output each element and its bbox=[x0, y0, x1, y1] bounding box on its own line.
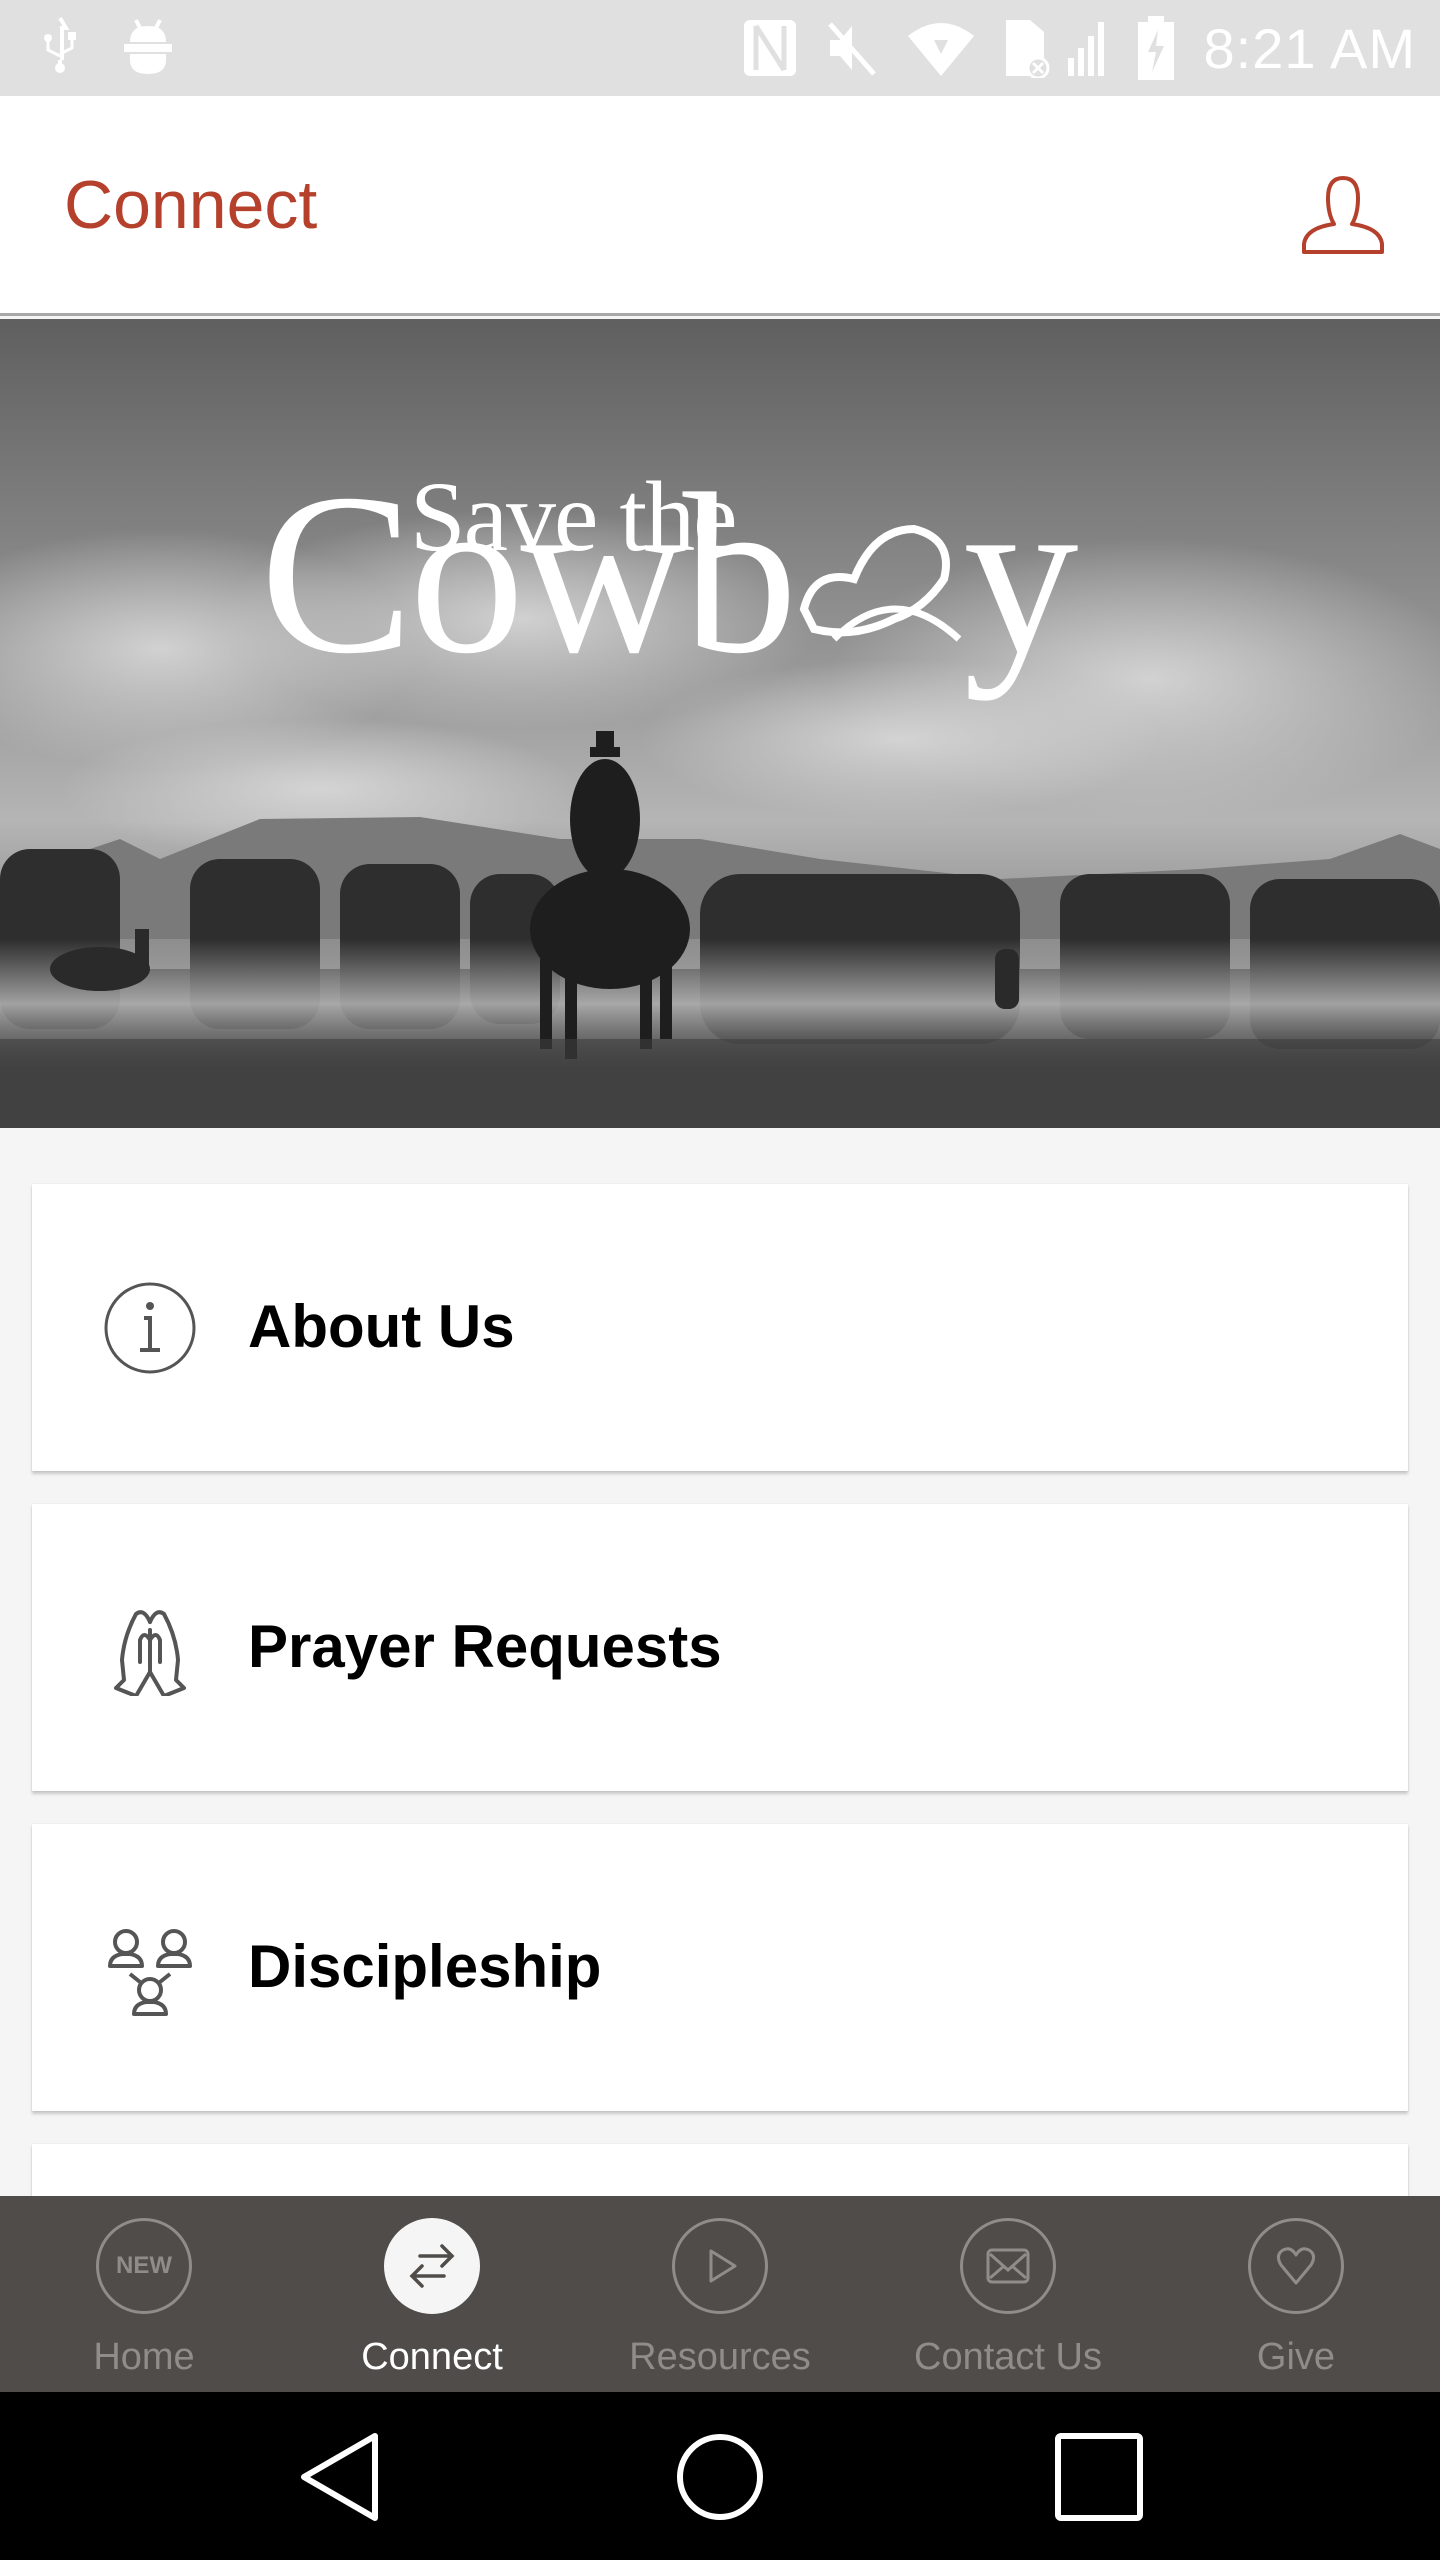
new-badge-text: NEW bbox=[116, 2252, 172, 2279]
back-icon[interactable] bbox=[290, 2432, 390, 2522]
wifi-icon bbox=[907, 23, 974, 76]
tab-connect[interactable]: Connect bbox=[288, 2196, 576, 2392]
save-the-cowboy-logo: Save the Cowb y bbox=[260, 419, 1180, 719]
tab-give[interactable]: Give bbox=[1152, 2196, 1440, 2392]
battery-charging-icon bbox=[1137, 16, 1174, 80]
tab-label: Home bbox=[93, 2336, 195, 2378]
home-icon[interactable] bbox=[670, 2432, 770, 2522]
user-profile-icon[interactable] bbox=[1300, 170, 1386, 256]
discipleship-group-icon bbox=[108, 1929, 192, 2016]
menu-item-label: Discipleship bbox=[248, 1933, 602, 2000]
recents-icon[interactable] bbox=[1050, 2432, 1150, 2522]
app-bar: Connect bbox=[0, 96, 1440, 316]
logo-line2: Cowb y bbox=[260, 459, 1079, 689]
info-icon bbox=[104, 1282, 196, 1374]
bottom-tab-bar: NEW Home Connect Resources Contact Us Gi… bbox=[0, 2196, 1440, 2392]
envelope-icon bbox=[960, 2218, 1056, 2314]
clock: 8:21 AM bbox=[1203, 16, 1416, 80]
page-title: Connect bbox=[64, 167, 318, 243]
tab-label: Give bbox=[1256, 2336, 1336, 2378]
usb-icon bbox=[44, 16, 76, 73]
menu-item-discipleship[interactable]: Discipleship bbox=[32, 1824, 1408, 2111]
no-sim-icon bbox=[1005, 20, 1104, 78]
tab-resources[interactable]: Resources bbox=[576, 2196, 864, 2392]
new-badge-icon: NEW bbox=[96, 2218, 192, 2314]
swap-arrows-icon bbox=[384, 2218, 480, 2314]
menu-list[interactable]: About Us Prayer Requests Discipleship bbox=[0, 1128, 1440, 2196]
mute-icon bbox=[827, 22, 876, 76]
praying-hands-icon bbox=[114, 1610, 186, 1696]
heart-icon bbox=[1248, 2218, 1344, 2314]
tab-home[interactable]: NEW Home bbox=[0, 2196, 288, 2392]
tab-contact-us[interactable]: Contact Us bbox=[864, 2196, 1152, 2392]
play-icon bbox=[672, 2218, 768, 2314]
nfc-icon bbox=[743, 20, 796, 76]
menu-item-partial[interactable] bbox=[32, 2144, 1408, 2196]
menu-item-prayer-requests[interactable]: Prayer Requests bbox=[32, 1504, 1408, 1791]
tab-label: Contact Us bbox=[914, 2336, 1102, 2378]
tab-label: Connect bbox=[361, 2336, 503, 2378]
menu-item-label: About Us bbox=[248, 1293, 515, 1360]
logo-text-y: y bbox=[963, 446, 1079, 701]
status-bar: 8:21 AM bbox=[0, 0, 1440, 96]
android-debug-icon bbox=[124, 19, 172, 74]
tab-label: Resources bbox=[629, 2336, 811, 2378]
hero-banner: Save the Cowb y bbox=[0, 319, 1440, 1128]
menu-item-label: Prayer Requests bbox=[248, 1613, 722, 1680]
logo-text-cowb: Cowb bbox=[260, 446, 798, 701]
cowboy-hat-icon bbox=[794, 459, 964, 689]
system-nav-bar bbox=[0, 2392, 1440, 2560]
menu-item-about-us[interactable]: About Us bbox=[32, 1184, 1408, 1471]
